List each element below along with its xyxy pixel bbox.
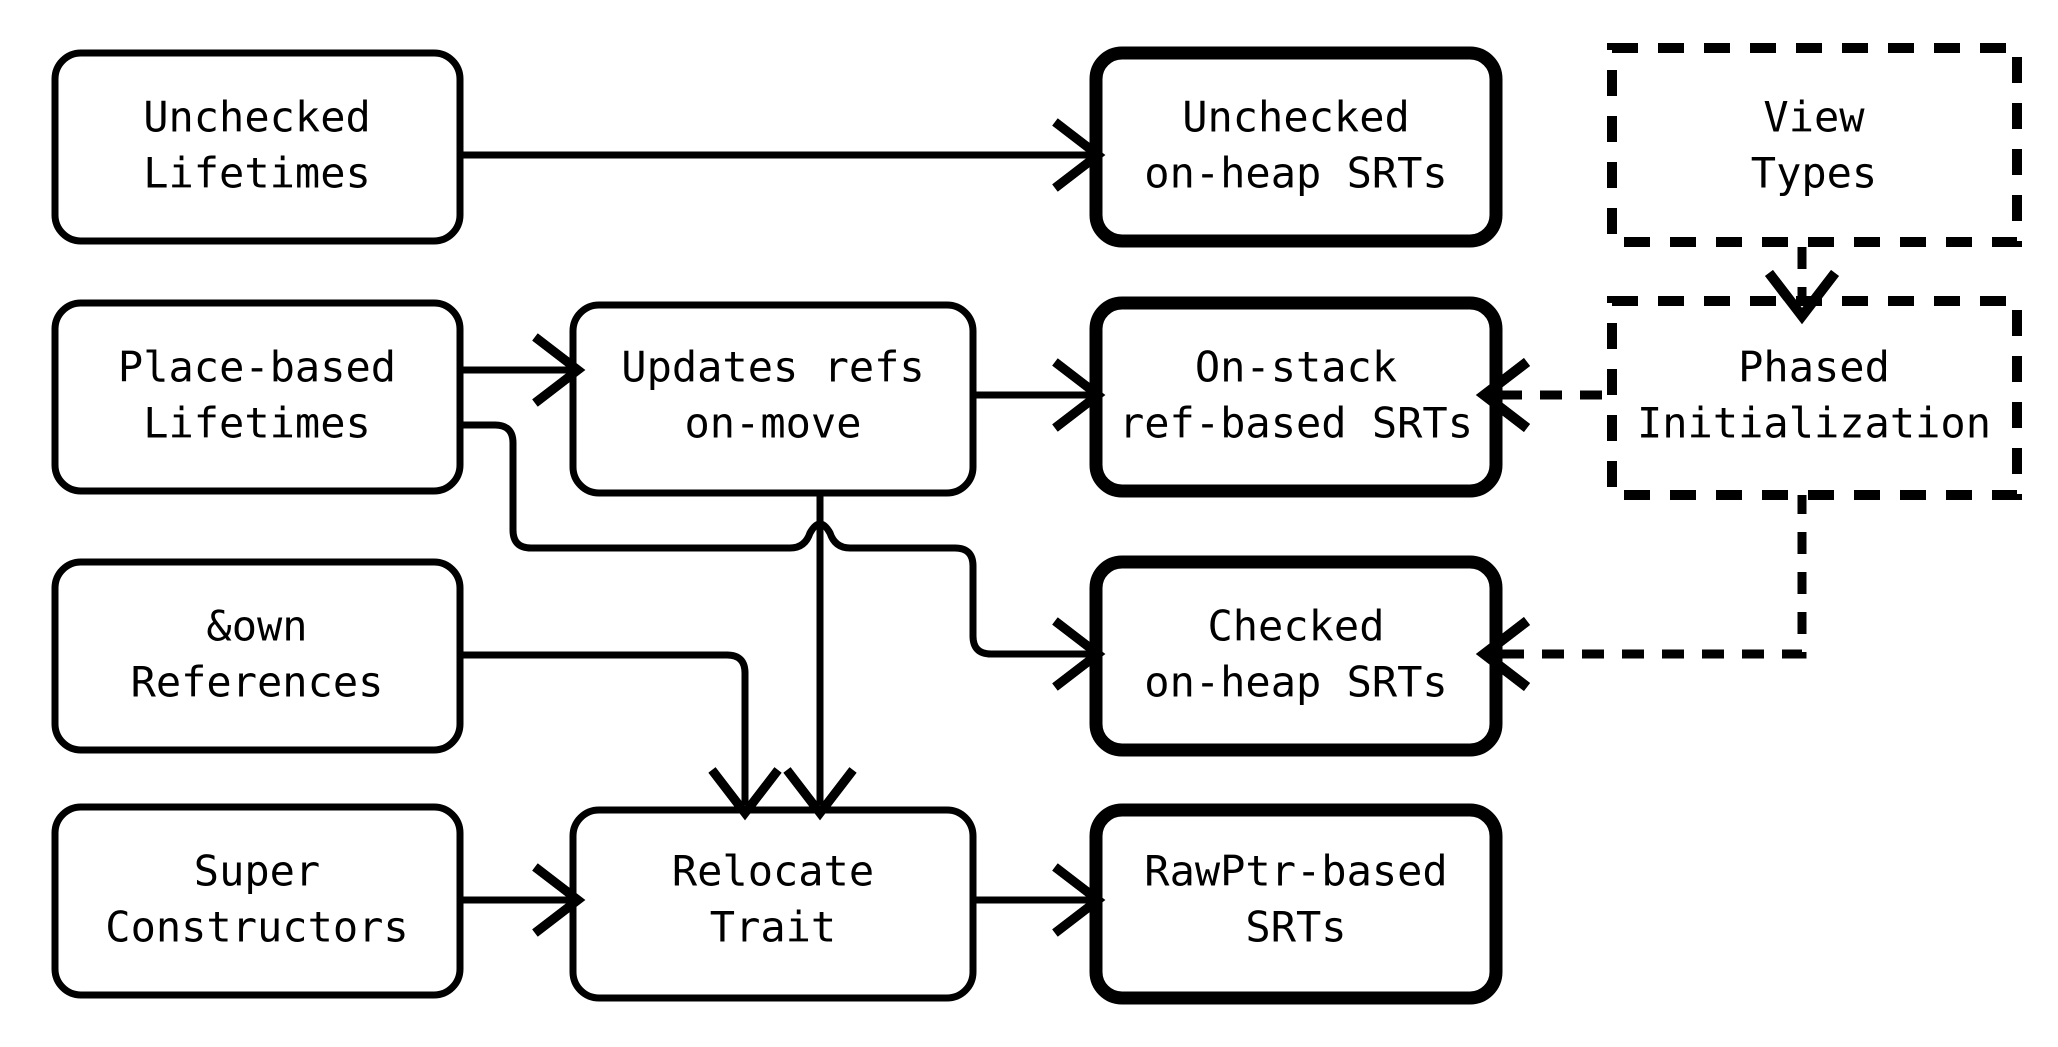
- edge-updates-refs-to-on-stack-ref-based-srts: [970, 358, 1106, 432]
- edge-updates-refs-to-relocate-trait: [783, 490, 857, 821]
- node-super-constructors[interactable]: Super Constructors: [51, 803, 464, 999]
- edge-unchecked-lifetimes-to-unchecked-on-heap-srts: [460, 118, 1106, 192]
- node-on-stack-ref-based-srts-line2: ref-based SRTs: [1119, 399, 1473, 448]
- node-unchecked-lifetimes-line2: Lifetimes: [143, 149, 371, 198]
- node-unchecked-on-heap-srts[interactable]: Unchecked on-heap SRTs: [1089, 46, 1503, 248]
- node-rawptr-based-srts[interactable]: RawPtr-based SRTs: [1089, 803, 1503, 1005]
- node-relocate-trait-line1: Relocate: [672, 847, 874, 896]
- node-place-based-lifetimes[interactable]: Place-based Lifetimes: [51, 299, 464, 495]
- node-relocate-trait[interactable]: Relocate Trait: [569, 806, 977, 1002]
- node-place-based-lifetimes-line2: Lifetimes: [143, 399, 371, 448]
- node-relocate-trait-line2: Trait: [710, 903, 836, 952]
- node-super-constructors-line2: Constructors: [105, 903, 408, 952]
- node-checked-on-heap-srts-line2: on-heap SRTs: [1144, 658, 1447, 707]
- node-updates-refs-line2: on-move: [684, 399, 861, 448]
- node-view-types-line2: Types: [1751, 149, 1877, 198]
- node-phased-initialization-line2: Initialization: [1637, 399, 1991, 448]
- node-unchecked-lifetimes-line1: Unchecked: [143, 93, 371, 142]
- node-phased-initialization-line1: Phased: [1738, 343, 1890, 392]
- diagram-svg: Unchecked Lifetimes Place-based Lifetime…: [51, 43, 2022, 1005]
- node-rawptr-based-srts-line1: RawPtr-based: [1144, 847, 1447, 896]
- edge-phased-initialization-to-checked-on-heap-srts: [1475, 492, 1807, 691]
- node-view-types-line1: View: [1763, 93, 1865, 142]
- node-view-types[interactable]: View Types: [1607, 43, 2022, 247]
- node-checked-on-heap-srts-line1: Checked: [1207, 602, 1384, 651]
- node-updates-refs-on-move[interactable]: Updates refs on-move: [569, 301, 977, 497]
- node-own-references[interactable]: &own References: [51, 558, 464, 754]
- edge-place-based-lifetimes-to-updates-refs: [460, 333, 586, 407]
- node-checked-on-heap-srts[interactable]: Checked on-heap SRTs: [1089, 555, 1503, 757]
- node-on-stack-ref-based-srts[interactable]: On-stack ref-based SRTs: [1089, 296, 1503, 498]
- node-updates-refs-line1: Updates refs: [621, 343, 924, 392]
- node-unchecked-on-heap-srts-line1: Unchecked: [1182, 93, 1410, 142]
- node-place-based-lifetimes-line1: Place-based: [118, 343, 396, 392]
- node-phased-initialization[interactable]: Phased Initialization: [1607, 296, 2022, 500]
- diagram-canvas: Unchecked Lifetimes Place-based Lifetime…: [0, 0, 2058, 1047]
- node-super-constructors-line1: Super: [194, 847, 320, 896]
- node-own-references-line1: &own: [206, 602, 307, 651]
- node-rawptr-based-srts-line2: SRTs: [1245, 903, 1346, 952]
- edge-super-constructors-to-relocate-trait: [460, 863, 586, 937]
- node-unchecked-lifetimes[interactable]: Unchecked Lifetimes: [51, 49, 464, 245]
- edge-relocate-trait-to-rawptr-based-srts: [970, 863, 1106, 937]
- node-unchecked-on-heap-srts-line2: on-heap SRTs: [1144, 149, 1447, 198]
- node-on-stack-ref-based-srts-line1: On-stack: [1195, 343, 1397, 392]
- node-own-references-line2: References: [131, 658, 384, 707]
